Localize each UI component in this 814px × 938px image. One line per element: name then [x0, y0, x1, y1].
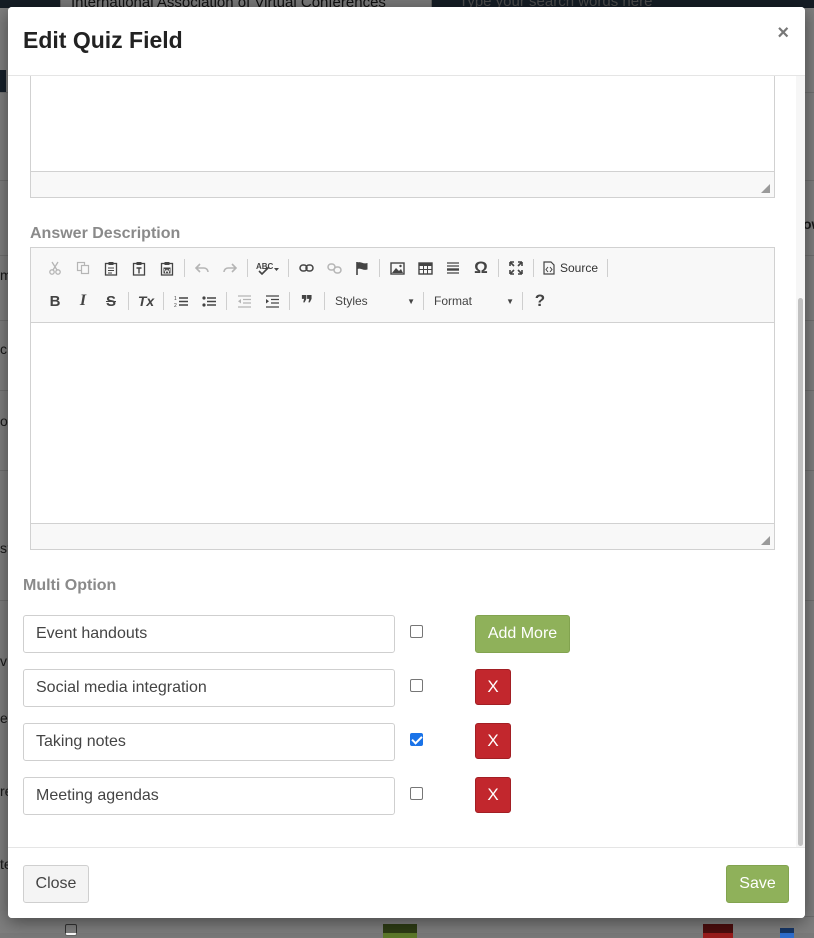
table-icon[interactable] [411, 255, 439, 281]
toolbar-separator [128, 292, 129, 310]
resize-grip-icon[interactable] [761, 184, 770, 193]
paste-word-icon[interactable] [153, 255, 181, 281]
toolbar-separator [226, 292, 227, 310]
toolbar-separator [289, 292, 290, 310]
modal-footer: Close Save [8, 847, 805, 918]
toolbar-separator [607, 259, 609, 277]
link-icon[interactable] [292, 255, 320, 281]
toolbar-separator [423, 292, 424, 310]
multi-option-label: Multi Option [23, 577, 117, 594]
editor-status-bar [31, 171, 774, 197]
unlink-icon[interactable] [320, 255, 348, 281]
answer-description-editor: ABC Ω Source B I S Tx 1 2 ❞ Styles ▼ For… [30, 247, 775, 550]
edit-quiz-field-modal: Edit Quiz Field × Answer Description ABC… [8, 7, 805, 918]
option-input[interactable] [23, 615, 395, 653]
option-input[interactable] [23, 723, 395, 761]
anchor-icon[interactable] [348, 255, 376, 281]
close-button[interactable]: Close [23, 865, 89, 903]
source-icon [543, 261, 555, 275]
save-button[interactable]: Save [726, 865, 789, 903]
image-icon[interactable] [383, 255, 411, 281]
paste-icon[interactable] [97, 255, 125, 281]
svg-text:ABC: ABC [256, 262, 274, 271]
modal-header: Edit Quiz Field × [8, 7, 805, 76]
close-icon[interactable]: × [777, 23, 789, 43]
toolbar-separator [533, 259, 534, 277]
question-editor-content[interactable] [31, 76, 774, 171]
option-input[interactable] [23, 777, 395, 815]
add-more-button[interactable]: Add More [475, 615, 570, 653]
option-correct-checkbox[interactable] [410, 733, 423, 746]
chevron-down-icon: ▼ [506, 296, 514, 306]
format-dropdown[interactable]: Format ▼ [427, 290, 519, 312]
cut-icon[interactable] [41, 255, 69, 281]
remove-option-button[interactable]: X [475, 669, 511, 705]
answer-description-content[interactable] [31, 323, 774, 524]
chevron-down-icon: ▼ [407, 296, 415, 306]
remove-option-button[interactable]: X [475, 777, 511, 813]
option-correct-checkbox[interactable] [410, 787, 423, 800]
special-char-icon[interactable]: Ω [467, 255, 495, 281]
numbered-list-icon[interactable]: 12 [167, 288, 195, 314]
styles-label: Styles [335, 294, 368, 308]
question-editor [30, 76, 775, 198]
remove-option-button[interactable]: X [475, 723, 511, 759]
toolbar-separator [324, 292, 325, 310]
toolbar-separator [247, 259, 248, 277]
bulleted-list-icon[interactable] [195, 288, 223, 314]
toolbar-separator [379, 259, 380, 277]
styles-dropdown[interactable]: Styles ▼ [328, 290, 420, 312]
modal-scrollbar-thumb[interactable] [798, 298, 803, 846]
format-label: Format [434, 294, 473, 308]
toolbar-row-1: ABC Ω Source [41, 255, 611, 281]
toolbar-separator [163, 292, 164, 310]
blockquote-icon[interactable]: ❞ [293, 288, 321, 316]
paste-text-icon[interactable] [125, 255, 153, 281]
spellcheck-icon[interactable]: ABC [251, 255, 285, 281]
remove-format-icon[interactable]: Tx [132, 288, 160, 314]
svg-text:1: 1 [174, 296, 177, 302]
undo-icon[interactable] [188, 255, 216, 281]
redo-icon[interactable] [216, 255, 244, 281]
indent-icon[interactable] [258, 288, 286, 314]
answer-description-label: Answer Description [30, 225, 181, 242]
toolbar-separator [184, 259, 185, 277]
strike-icon[interactable]: S [97, 288, 125, 314]
toolbar-separator [498, 259, 499, 277]
editor-toolbar: ABC Ω Source B I S Tx 1 2 ❞ Styles ▼ For… [31, 248, 774, 323]
maximize-icon[interactable] [502, 255, 530, 281]
bold-icon[interactable]: B [41, 288, 69, 314]
toolbar-separator [288, 259, 289, 277]
copy-icon[interactable] [69, 255, 97, 281]
option-correct-checkbox[interactable] [410, 679, 423, 692]
resize-grip-icon[interactable] [761, 536, 770, 545]
editor-status-bar [31, 523, 774, 549]
help-icon[interactable]: ? [526, 288, 554, 314]
source-button[interactable]: Source [537, 255, 604, 281]
italic-icon[interactable]: I [69, 288, 97, 314]
option-input[interactable] [23, 669, 395, 707]
outdent-icon[interactable] [230, 288, 258, 314]
source-label: Source [560, 261, 599, 275]
horizontal-rule-icon[interactable] [439, 255, 467, 281]
modal-body: Answer Description ABC Ω Source B I S Tx… [8, 76, 805, 847]
toolbar-separator [522, 292, 523, 310]
option-correct-checkbox[interactable] [410, 625, 423, 638]
toolbar-row-2: B I S Tx 12 ❞ Styles ▼ Format ▼ ? [41, 288, 554, 316]
svg-text:2: 2 [174, 303, 177, 308]
modal-title: Edit Quiz Field [23, 27, 183, 53]
